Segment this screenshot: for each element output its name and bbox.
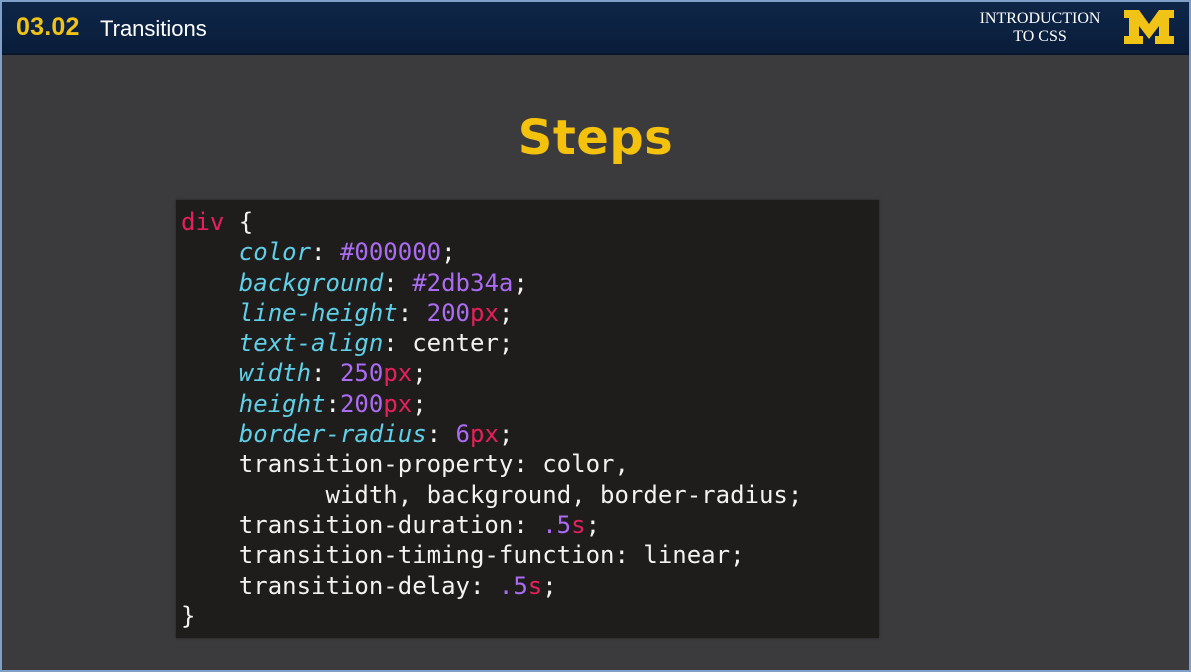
code-end: ; (412, 359, 427, 388)
code-val: 200 (339, 389, 384, 418)
code-unit: px (470, 298, 499, 327)
code-unit: px (383, 389, 413, 418)
code-end: ; (542, 571, 557, 600)
code-unit: px (383, 359, 413, 388)
code-sep: : (325, 389, 340, 418)
code-sep: : (311, 238, 340, 267)
code-end: ; (585, 510, 601, 539)
code-sep: : (383, 268, 413, 297)
code-prop: color (238, 238, 312, 267)
code-val: .5 (542, 510, 572, 539)
lesson-number: 03.02 (16, 13, 80, 41)
code-val: #000000 (339, 238, 442, 267)
code-transition-delay: transition-delay: (238, 571, 499, 600)
code-sep: : (426, 420, 456, 449)
university-of-michigan-block-m-icon (1124, 10, 1174, 44)
code-prop: background (238, 268, 384, 297)
code-unit: s (527, 571, 543, 600)
slide-frame: 03.02 Transitions INTRODUCTION TO CSS St… (0, 0, 1191, 672)
code-prop: height (238, 389, 326, 418)
code-end: ; (498, 420, 514, 449)
code-transition-duration: transition-duration: (238, 510, 543, 539)
code-val: 200 (426, 298, 471, 327)
code-selector: div (181, 208, 225, 236)
code-val: 6 (455, 420, 470, 449)
code-prop: text-align (238, 329, 384, 358)
code-sep: : (311, 359, 340, 388)
code-prop: border-radius (238, 420, 427, 449)
code-end: ; (498, 298, 514, 327)
course-name: INTRODUCTION TO CSS (962, 10, 1118, 46)
course-name-line1: INTRODUCTION (979, 10, 1101, 27)
code-transition-property-cont: width, background, border-radius; (325, 480, 803, 509)
code-sep: : (383, 329, 413, 358)
code-val: 250 (339, 359, 384, 388)
code-close-brace: } (181, 601, 196, 630)
code-block: div { color: #000000; background: #2db34… (176, 200, 879, 638)
code-prop: width (238, 359, 312, 388)
lesson-title: Transitions (100, 16, 207, 41)
code-end: ; (412, 389, 427, 418)
code-val: #2db34a (412, 268, 514, 297)
code-transition-property: transition-property: color, (238, 450, 629, 479)
code-end: ; (513, 268, 528, 297)
code-end: ; (441, 238, 456, 267)
code-end: ; (498, 329, 514, 358)
slide-title: Steps (517, 110, 674, 166)
code-listing: div { color: #000000; background: #2db34… (181, 207, 802, 631)
code-val: center (412, 329, 499, 358)
slide-header: 03.02 Transitions INTRODUCTION TO CSS (2, 2, 1189, 55)
code-transition-timing: transition-timing-function: linear; (238, 541, 745, 570)
course-name-line2: TO CSS (1013, 28, 1067, 45)
code-prop: line-height (238, 298, 398, 327)
code-val: .5 (498, 571, 528, 600)
code-unit: px (470, 420, 499, 449)
code-sep: : (397, 298, 427, 327)
code-open-brace: { (224, 208, 254, 236)
code-unit: s (571, 510, 586, 539)
